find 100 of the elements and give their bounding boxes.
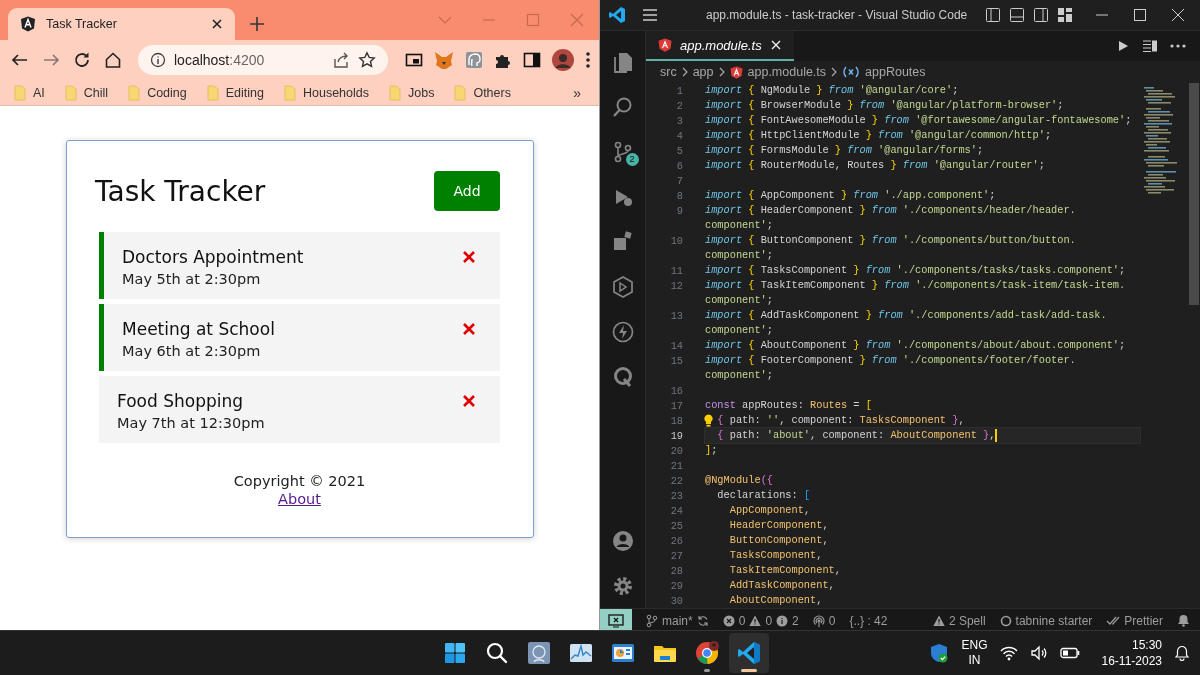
code-line: import { NgModule } from '@angular/core'; bbox=[705, 83, 960, 98]
code-line: component'; bbox=[705, 293, 774, 308]
code-line: AboutComponent, bbox=[728, 593, 824, 608]
code-line: AddTaskComponent, bbox=[728, 578, 836, 593]
code-line: import { ButtonComponent } from './components/button/button. bbox=[705, 233, 1077, 248]
branch-status[interactable]: main* bbox=[646, 613, 709, 628]
code-line: const appRoutes: Routes = [ bbox=[705, 398, 873, 413]
code-line: TasksComponent, bbox=[728, 548, 824, 563]
task-title: Food Shopping bbox=[117, 390, 243, 411]
selection-status[interactable]: {..} : 42 bbox=[849, 613, 888, 628]
code-line: import { AppComponent } from './app.component'; bbox=[705, 188, 997, 203]
line-number: 5 bbox=[675, 144, 683, 157]
clock[interactable]: 15:30 16-11-2023 bbox=[1101, 637, 1162, 669]
bookmark[interactable]: Editing bbox=[225, 85, 264, 100]
line-number: 13 bbox=[669, 309, 683, 322]
line-number: 15 bbox=[669, 354, 683, 367]
editor-tab[interactable]: app.module.ts bbox=[646, 31, 794, 61]
code-line: HeaderComponent, bbox=[728, 518, 830, 533]
line-number: 24 bbox=[669, 504, 683, 517]
code-line: import { RouterModule, Routes } from '@angular/router'; bbox=[705, 158, 1046, 173]
code-line: import { BrowserModule } from '@angular/platform-browser'; bbox=[705, 98, 1065, 113]
line-number: 9 bbox=[675, 204, 683, 217]
task-item[interactable]: Food Shopping May 7th at 12:30pm bbox=[99, 376, 500, 443]
task-date: May 6th at 2:30pm bbox=[122, 342, 262, 359]
line-number: 3 bbox=[675, 114, 683, 127]
line-number: 19 bbox=[669, 429, 683, 442]
line-number: 10 bbox=[669, 234, 683, 247]
task-title: Meeting at School bbox=[122, 318, 275, 339]
line-number: 4 bbox=[675, 129, 683, 142]
line-number: 27 bbox=[669, 549, 683, 562]
line-number: 29 bbox=[669, 579, 683, 592]
spell-status[interactable]: 2 Spell bbox=[932, 613, 986, 628]
task-item[interactable]: Meeting at School May 6th at 2:30pm bbox=[99, 304, 500, 371]
bookmark[interactable]: Coding bbox=[147, 85, 187, 100]
line-number: 6 bbox=[675, 159, 683, 172]
line-number: 17 bbox=[669, 399, 683, 412]
bookmark[interactable]: AI bbox=[33, 85, 45, 100]
window-title: app.module.ts - task-tracker - Visual Studio Code bbox=[706, 8, 968, 22]
code-line: ]; bbox=[705, 443, 719, 458]
code-line: declarations: [ bbox=[716, 488, 812, 503]
code-line: { path: '', component: TasksComponent }, bbox=[705, 413, 1140, 428]
ports-status[interactable]: 0 bbox=[812, 613, 836, 628]
task-title: Doctors Appointment bbox=[122, 246, 304, 267]
breadcrumb[interactable]: src bbox=[660, 65, 677, 79]
code-line: import { FooterComponent } from './components/footer/footer. bbox=[705, 353, 1077, 368]
line-number: 20 bbox=[669, 444, 683, 457]
line-number: 28 bbox=[669, 564, 683, 577]
line-number: 22 bbox=[669, 474, 683, 487]
task-date: May 5th at 2:30pm bbox=[122, 270, 262, 287]
task-item[interactable]: Doctors Appointment May 5th at 2:30pm bbox=[99, 232, 500, 299]
browser-tab[interactable]: Task Tracker bbox=[8, 8, 235, 40]
code-line: component'; bbox=[705, 368, 774, 383]
line-number: 1 bbox=[675, 84, 683, 97]
code-line: import { HeaderComponent } from './components/header/header. bbox=[705, 203, 1077, 218]
line-number: 14 bbox=[669, 339, 683, 352]
formatter-status[interactable]: Prettier bbox=[1106, 613, 1163, 628]
line-number: 23 bbox=[669, 489, 683, 502]
line-number: 12 bbox=[669, 279, 683, 292]
line-number: 25 bbox=[669, 519, 683, 532]
about-link[interactable]: About bbox=[278, 491, 321, 507]
code-line: TaskItemComponent, bbox=[728, 563, 842, 578]
line-number: 16 bbox=[669, 384, 683, 397]
bookmark[interactable]: Others bbox=[473, 85, 511, 100]
code-line: ButtonComponent, bbox=[728, 533, 830, 548]
code-line: import { FontAwesomeModule } from '@fortawesome/angular-fontawesome'; bbox=[705, 113, 1133, 128]
code-line: import { FormsModule } from '@angular/forms'; bbox=[705, 143, 985, 158]
notification-badge: 2 bbox=[625, 153, 639, 166]
copyright-text: Copyright © 2021 bbox=[233, 473, 366, 489]
line-number: 8 bbox=[675, 189, 683, 202]
line-number: 18 bbox=[669, 414, 683, 427]
line-number: 21 bbox=[669, 459, 683, 472]
code-line: AppComponent, bbox=[728, 503, 812, 518]
language-indicator[interactable]: ENG IN bbox=[961, 638, 988, 668]
tabnine-status[interactable]: tabnine starter bbox=[999, 613, 1093, 628]
code-line: @NgModule({ bbox=[705, 473, 774, 488]
line-number: 26 bbox=[669, 534, 683, 547]
bookmark[interactable]: Households bbox=[303, 85, 369, 100]
code-line: component'; bbox=[705, 323, 774, 338]
address-bar[interactable]: localhost:4200 bbox=[138, 45, 388, 75]
line-number: 2 bbox=[675, 99, 683, 112]
code-line: component'; bbox=[705, 218, 774, 233]
task-date: May 7th at 12:30pm bbox=[117, 414, 266, 431]
code-line: import { HttpClientModule } from '@angular/common/http'; bbox=[705, 128, 1053, 143]
bookmark[interactable]: Chill bbox=[83, 85, 109, 100]
add-button[interactable]: Add bbox=[434, 171, 500, 211]
line-number: 30 bbox=[669, 594, 683, 607]
line-number: 11 bbox=[669, 264, 683, 277]
problems-status[interactable]: 0 0 2 bbox=[722, 613, 799, 628]
breadcrumb[interactable]: appRoutes bbox=[865, 65, 926, 79]
more-bookmarks-button[interactable]: » bbox=[573, 84, 589, 101]
code-line: import { TasksComponent } from './components/tasks/tasks.component'; bbox=[705, 263, 1127, 278]
code-line: import { AddTaskComponent } from './components/add-task/add-task. bbox=[705, 308, 1108, 323]
bookmark[interactable]: Jobs bbox=[408, 85, 435, 100]
code-line: import { AboutComponent } from './components/about/about.component'; bbox=[705, 338, 1127, 353]
breadcrumb[interactable]: app.module.ts bbox=[747, 65, 827, 79]
breadcrumb[interactable]: app bbox=[692, 65, 714, 79]
code-line: import { TaskItemComponent } from './components/task-item/task-item. bbox=[705, 278, 1127, 293]
line-number: 7 bbox=[675, 174, 683, 187]
app-title: Task Tracker bbox=[95, 174, 266, 208]
code-line: component'; bbox=[705, 248, 774, 263]
